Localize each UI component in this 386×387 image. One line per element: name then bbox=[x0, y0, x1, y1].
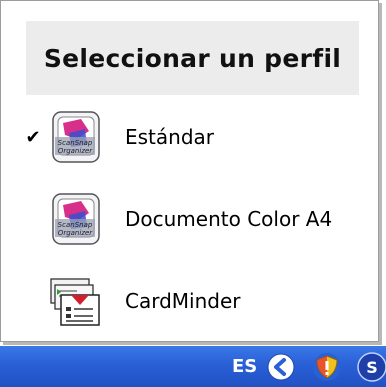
cardminder-icon bbox=[50, 278, 100, 326]
menu-item-label: Documento Color A4 bbox=[125, 207, 333, 231]
menu-item-documento-color-a4[interactable]: ScanSnap Organizer Documento Color A4 bbox=[21, 186, 361, 252]
menu-header: Seleccionar un perfil bbox=[26, 21, 359, 95]
svg-text:Organizer: Organizer bbox=[58, 229, 93, 237]
profile-menu: Seleccionar un perfil ✔ ScanSnap Organiz… bbox=[0, 0, 379, 342]
language-indicator[interactable]: ES bbox=[232, 356, 257, 377]
menu-title: Seleccionar un perfil bbox=[43, 43, 342, 73]
security-shield-icon[interactable] bbox=[312, 352, 342, 382]
menu-item-cardminder[interactable]: CardMinder bbox=[21, 268, 361, 334]
back-arrow-icon[interactable] bbox=[266, 352, 296, 382]
menu-item-estandar[interactable]: ✔ ScanSnap Organizer Estándar bbox=[21, 104, 361, 170]
svg-text:ScanSnap: ScanSnap bbox=[58, 139, 93, 147]
svg-text:Organizer: Organizer bbox=[58, 147, 93, 155]
check-mark-icon: ✔ bbox=[25, 126, 41, 148]
scansnap-manager-icon[interactable]: S bbox=[352, 352, 386, 382]
scansnap-organizer-icon: ScanSnap Organizer bbox=[52, 111, 100, 163]
menu-item-label: Estándar bbox=[125, 125, 215, 149]
menu-item-label: CardMinder bbox=[125, 289, 241, 313]
scansnap-organizer-icon: ScanSnap Organizer bbox=[52, 193, 100, 245]
svg-text:ScanSnap: ScanSnap bbox=[58, 221, 93, 229]
svg-text:S: S bbox=[366, 358, 378, 377]
